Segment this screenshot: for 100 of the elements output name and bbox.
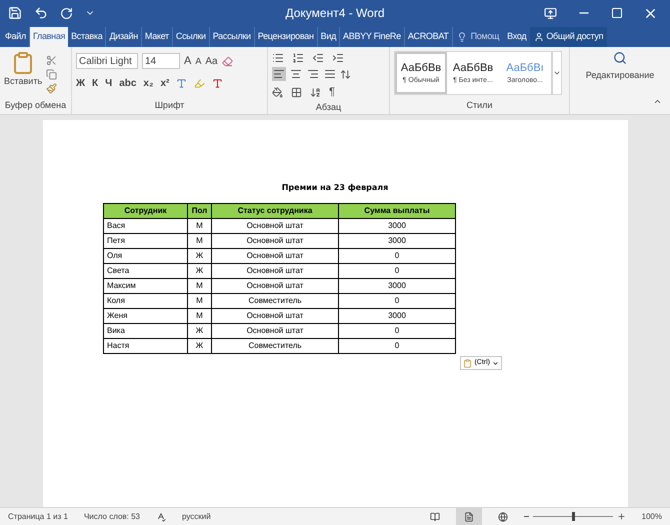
table-header: Пол: [188, 204, 212, 218]
tell-me-button[interactable]: Помощ: [452, 27, 504, 47]
caret-icon: [492, 360, 499, 366]
table-cell: Коля: [104, 294, 188, 308]
change-case-button[interactable]: Aa: [205, 54, 218, 69]
person-icon: [534, 32, 544, 42]
undo-icon[interactable]: [34, 6, 48, 20]
table-cell: М: [188, 294, 212, 308]
table-cell: Ж: [188, 264, 212, 278]
table-cell: Основной штат: [212, 308, 338, 324]
table-cell: Оля: [104, 248, 188, 264]
align-button[interactable]: [272, 67, 286, 81]
group-label: Шрифт: [154, 98, 186, 112]
web-layout-icon[interactable]: [498, 512, 508, 522]
word-count: Число слов: 53: [84, 510, 140, 522]
table-cell: 3000: [338, 218, 456, 234]
table-cell: 0: [338, 324, 456, 338]
show-marks-button[interactable]: ¶: [329, 84, 335, 100]
table-cell: Совместитель: [212, 294, 338, 308]
clipboard-icon: [463, 358, 472, 368]
read-mode-icon[interactable]: [430, 512, 440, 522]
redo-icon[interactable]: [60, 6, 73, 20]
share-button[interactable]: Общий доступ: [530, 27, 608, 47]
table-cell: Основной штат: [212, 234, 338, 248]
shading-icon[interactable]: [272, 86, 283, 98]
scroll-down-icon[interactable]: [553, 69, 561, 77]
font-size-field[interactable]: 14: [142, 53, 180, 70]
table-cell: Вася: [104, 218, 188, 234]
save-icon[interactable]: [8, 6, 22, 20]
lightbulb-icon: [456, 32, 467, 42]
zoom-level: 100%: [642, 510, 662, 522]
align-button[interactable]: [323, 67, 337, 81]
group-label: Стили: [466, 98, 494, 112]
table-cell: М: [188, 308, 212, 324]
clear-format-icon[interactable]: [222, 56, 233, 67]
document-title: Премии на 23 февраля: [282, 182, 388, 194]
font-style-button[interactable]: abc: [119, 76, 136, 90]
table-header: Статус сотрудника: [212, 204, 338, 218]
format-painter-icon[interactable]: [46, 83, 58, 94]
table-cell: Петя: [104, 234, 188, 248]
zoom-in-icon[interactable]: [616, 512, 626, 521]
table-cell: Ж: [188, 338, 212, 354]
shrink-font-button[interactable]: A: [195, 54, 202, 68]
font-style-button[interactable]: x²: [160, 76, 170, 90]
page-count: Страница 1 из 1: [8, 510, 68, 522]
font-color-icon[interactable]: [212, 78, 224, 88]
table-cell: 3000: [338, 278, 456, 294]
zoom-slider-thumb[interactable]: [572, 512, 575, 521]
table-cell: 0: [338, 264, 456, 278]
table-cell: Максим: [104, 278, 188, 294]
increase-indent-icon[interactable]: [332, 52, 344, 64]
table-header: Сотрудник: [104, 204, 188, 218]
font-style-button[interactable]: Ч: [105, 76, 112, 90]
table-cell: 3000: [338, 234, 456, 248]
editing-button[interactable]: Редактирование: [586, 51, 654, 82]
table-cell: Основной штат: [212, 248, 338, 264]
window-title: Документ4 - Word: [284, 5, 386, 22]
table-cell: Основной штат: [212, 218, 338, 234]
decrease-indent-icon[interactable]: [312, 52, 324, 64]
align-button[interactable]: [306, 67, 320, 81]
table-cell: Основной штат: [212, 324, 338, 338]
borders-icon[interactable]: [291, 86, 302, 98]
language-indicator: русский: [182, 510, 211, 522]
sort-icon[interactable]: [310, 86, 321, 98]
font-style-button[interactable]: Ж: [76, 76, 86, 90]
table-cell: 3000: [338, 308, 456, 324]
table-cell: М: [188, 278, 212, 294]
copy-icon[interactable]: [46, 69, 58, 80]
table-header: Сумма выплаты: [338, 204, 456, 218]
table-cell: Ж: [188, 324, 212, 338]
table-cell: М: [188, 218, 212, 234]
align-button[interactable]: [289, 67, 303, 81]
print-layout-icon[interactable]: [456, 508, 482, 525]
font-style-button[interactable]: К: [92, 76, 98, 90]
maximize-icon[interactable]: [611, 7, 623, 19]
grow-font-button[interactable]: A: [184, 53, 192, 70]
table-cell: 0: [338, 248, 456, 264]
table-cell: Основной штат: [212, 264, 338, 278]
table-cell: Женя: [104, 308, 188, 324]
proofing-icon[interactable]: [156, 512, 166, 522]
numbering-icon[interactable]: [292, 52, 304, 64]
font-style-button[interactable]: x₂: [143, 76, 154, 90]
table-cell: Вика: [104, 324, 188, 338]
search-icon: [613, 51, 627, 65]
sign-in-link[interactable]: Вход: [503, 27, 530, 47]
table-cell: Настя: [104, 338, 188, 354]
table-cell: Ж: [188, 248, 212, 264]
ribbon-tab[interactable]: Главная: [30, 27, 68, 47]
text-effects-icon[interactable]: [176, 78, 188, 88]
table-cell: 0: [338, 338, 456, 354]
group-label: Буфер обмена: [4, 98, 68, 112]
table-cell: Света: [104, 264, 188, 278]
table-cell: 0: [338, 294, 456, 308]
group-label: Абзац: [314, 100, 342, 114]
font-name-field[interactable]: Calibri Light: [76, 53, 138, 70]
paste-button[interactable]: Вставить: [4, 51, 42, 98]
line-spacing-icon[interactable]: [340, 68, 351, 80]
cut-icon[interactable]: [46, 55, 58, 66]
ribbon-display-icon[interactable]: [544, 6, 557, 20]
table-cell: Основной штат: [212, 278, 338, 294]
